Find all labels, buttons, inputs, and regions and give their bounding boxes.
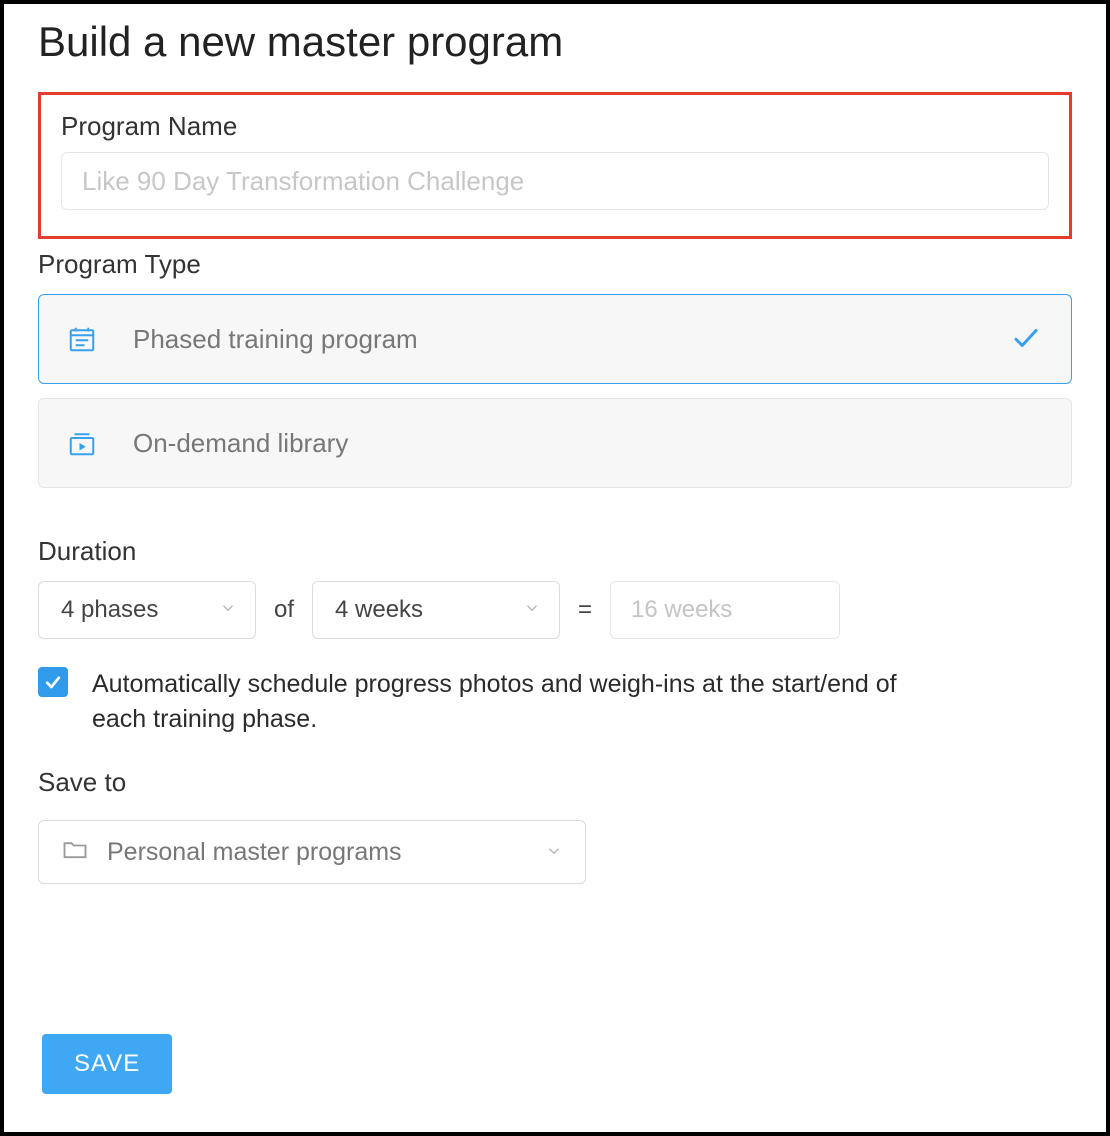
weeks-select-value: 4 weeks [335, 596, 423, 624]
program-type-option-label: On-demand library [133, 428, 1043, 459]
auto-schedule-row: Automatically schedule progress photos a… [38, 667, 1072, 737]
weeks-select[interactable]: 4 weeks [312, 581, 560, 639]
program-name-label: Program Name [61, 111, 1049, 142]
program-type-option-label: Phased training program [133, 324, 1011, 355]
duration-label: Duration [38, 536, 1072, 567]
check-icon [1011, 323, 1043, 355]
save-to-label: Save to [38, 767, 1072, 798]
program-name-input[interactable] [61, 152, 1049, 210]
duration-total-input[interactable] [610, 581, 840, 639]
folder-icon [61, 835, 89, 870]
auto-schedule-checkbox[interactable] [38, 667, 68, 697]
program-type-section: Program Type Phased training program [38, 249, 1072, 488]
program-name-highlight: Program Name [38, 92, 1072, 239]
phases-select-value: 4 phases [61, 596, 158, 624]
auto-schedule-label: Automatically schedule progress photos a… [92, 667, 912, 737]
page-title: Build a new master program [38, 18, 1072, 66]
duration-section: Duration 4 phases of 4 weeks = [38, 536, 1072, 639]
chevron-down-icon [219, 596, 237, 624]
save-to-value: Personal master programs [107, 838, 545, 867]
video-library-icon [67, 428, 97, 458]
program-type-label: Program Type [38, 249, 1072, 280]
save-to-select[interactable]: Personal master programs [38, 820, 586, 884]
duration-of-text: of [274, 596, 294, 624]
save-button[interactable]: SAVE [42, 1034, 172, 1094]
chevron-down-icon [523, 596, 541, 624]
build-master-program-form: Build a new master program Program Name … [0, 0, 1110, 1136]
chevron-down-icon [545, 838, 563, 867]
duration-equals-text: = [578, 596, 592, 624]
save-to-section: Save to Personal master programs [38, 767, 1072, 884]
calendar-list-icon [67, 324, 97, 354]
program-type-option-phased[interactable]: Phased training program [38, 294, 1072, 384]
program-type-option-ondemand[interactable]: On-demand library [38, 398, 1072, 488]
phases-select[interactable]: 4 phases [38, 581, 256, 639]
